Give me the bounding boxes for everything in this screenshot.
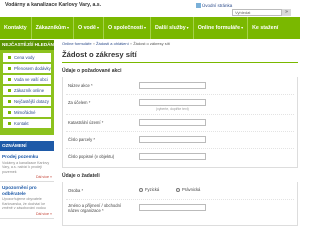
nav-item-label: Kontakty: [4, 25, 27, 31]
nav-item-label: Další služby: [155, 25, 186, 31]
sidebar-item-voda-v-obci[interactable]: Voda ve vaší obci: [3, 75, 51, 84]
nav-item-label: Online formuláře: [197, 25, 241, 31]
sidebar-item-zakaznik-online[interactable]: Zákazník online: [3, 86, 51, 95]
form-row: Jméno a příjmení / obchodní název organi…: [66, 200, 294, 224]
breadcrumb-item[interactable]: Online formuláře: [62, 41, 92, 46]
field-label: Číslo parcely *: [68, 137, 95, 142]
field-label: Číslo popisné (v objektu): [68, 154, 115, 159]
sidebar-item-poruchy[interactable]: Mimořádné poruchy: [3, 108, 51, 124]
form-row: Číslo popisné (v objektu): [66, 149, 294, 166]
notice-more-link[interactable]: Dál více »: [2, 212, 52, 216]
nav-item-o-vode[interactable]: O vodě▾: [74, 17, 104, 39]
notice-item: Prodej pozemku Vodárny a kanalizace Karl…: [0, 151, 54, 182]
sidebar-item-prenosem-dodavky[interactable]: Přenosem dodávky: [3, 64, 51, 73]
chevron-down-icon: ▾: [96, 25, 99, 30]
home-link[interactable]: Úvodní stránka: [202, 3, 232, 8]
nav-item-ke-stazeni[interactable]: Ke stažení: [248, 17, 282, 39]
sidebar-item-kontakt[interactable]: Kontakt: [3, 119, 51, 128]
field-label: Katastrální území *: [68, 120, 104, 125]
notice-item: Upozornění pro odběratele Upozorňujeme o…: [0, 182, 54, 219]
form-row: Katastrální území *: [66, 115, 294, 132]
purpose-input[interactable]: [139, 99, 206, 106]
nav-item-dalsi-sluzby[interactable]: Další služby▾: [151, 17, 194, 39]
notice-text: Upozorňujeme obyvatele Karlovarska, že d…: [2, 197, 46, 210]
section-title-action: Údaje o požadované akci: [62, 68, 122, 74]
field-label: Jméno a příjmení / obchodní název organi…: [68, 203, 122, 213]
nav-item-label: O společnosti: [108, 25, 144, 31]
radio-circle-icon: [176, 187, 180, 192]
breadcrumb: Online formuláře » Žádosti a ohlášení » …: [62, 40, 298, 47]
chevron-down-icon: ▾: [67, 25, 70, 30]
cadastral-area-input[interactable]: [139, 119, 206, 126]
field-hint: (vyberte, doplňte text): [156, 107, 189, 111]
search-button[interactable]: »: [282, 9, 291, 16]
sidebar-item-dotazy[interactable]: Nejčastější dotazy: [3, 97, 51, 106]
nav-item-label: Zákazníkům: [35, 25, 66, 31]
notices-title: OZNÁMENÍ: [0, 141, 54, 151]
house-number-input[interactable]: [139, 153, 206, 160]
nav-item-label: O vodě: [78, 25, 96, 31]
search-input[interactable]: Vyhledat: [232, 9, 282, 16]
notice-more-link[interactable]: Dál více »: [2, 175, 52, 179]
home-icon: [196, 3, 201, 9]
form-row: Název akce *: [66, 78, 294, 95]
notice-title[interactable]: Prodej pozemku: [2, 154, 52, 160]
applicant-name-input[interactable]: [139, 204, 206, 211]
action-name-input[interactable]: [139, 82, 206, 89]
field-label: Za účelem *: [68, 100, 91, 105]
radio-circle-icon: [139, 187, 143, 192]
form-row: Číslo parcely *: [66, 132, 294, 149]
sidebar-title: NEJČASTĚJŠÍ HLEDÁNÍ: [0, 40, 54, 50]
sidebar-list: Cena vody Přenosem dodávky Voda ve vaší …: [0, 50, 54, 135]
field-label: Název akce *: [68, 83, 93, 88]
title-divider: [62, 62, 298, 63]
notice-title[interactable]: Upozornění pro odběratele: [2, 185, 52, 196]
nav-item-o-spolecnosti[interactable]: O společnosti▾: [104, 17, 152, 39]
sidebar-item-cena-vody[interactable]: Cena vody: [3, 53, 51, 62]
chevron-down-icon: ▾: [186, 25, 189, 30]
radio-label: Fyzická: [145, 187, 160, 192]
form-row: Za účelem * (vyberte, doplňte text): [66, 95, 294, 115]
page-header: Vodárny a kanalizace Karlovy Vary, a.s. …: [0, 0, 300, 17]
parcel-number-input[interactable]: [139, 136, 206, 143]
sidebar: NEJČASTĚJŠÍ HLEDÁNÍ Cena vody Přenosem d…: [0, 40, 54, 219]
company-name: Vodárny a kanalizace Karlovy Vary, a.s.: [5, 2, 102, 8]
breadcrumb-item[interactable]: Žádosti a ohlášení: [96, 41, 129, 46]
section-title-applicant: Údaje o žadateli: [62, 173, 100, 179]
page-title: Žádost o zákresy sítí: [62, 50, 137, 59]
main-content: Online formuláře » Žádosti a ohlášení » …: [62, 40, 298, 226]
main-nav: Kontakty Zákazníkům▾ O vodě▾ O společnos…: [0, 17, 300, 39]
chevron-down-icon: ▾: [144, 25, 147, 30]
nav-item-kontakty[interactable]: Kontakty: [0, 17, 32, 39]
action-form: Název akce * Za účelem * (vyberte, doplň…: [62, 77, 298, 168]
home-link-wrap: Úvodní stránka: [196, 3, 232, 9]
radio-pravnicka[interactable]: Právnická: [176, 187, 200, 192]
notice-text: Vodárny a kanalizace Karlovy Vary, a.s. …: [2, 160, 50, 174]
nav-item-online-formulare[interactable]: Online formuláře▾: [194, 17, 249, 39]
form-row: Osoba * Fyzická Právnická: [66, 183, 294, 200]
radio-label: Právnická: [182, 187, 201, 192]
breadcrumb-current: Žádost o zákresy sítí: [133, 41, 171, 46]
nav-item-zakaznikum[interactable]: Zákazníkům▾: [32, 17, 75, 39]
nav-item-label: Ke stažení: [252, 25, 279, 31]
field-label: Osoba *: [68, 188, 84, 193]
chevron-down-icon: ▾: [241, 25, 244, 30]
applicant-form: Osoba * Fyzická Právnická Jméno a příjme…: [62, 182, 298, 226]
radio-fyzicka[interactable]: Fyzická: [139, 187, 159, 192]
